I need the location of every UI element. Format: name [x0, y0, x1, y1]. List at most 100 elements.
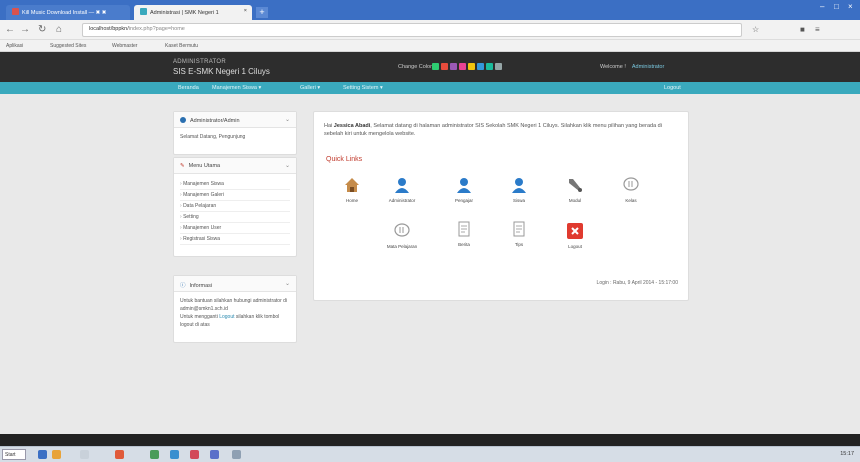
close-window-icon[interactable]: ×	[848, 2, 853, 11]
quick-link-tips[interactable]: Tips	[499, 220, 539, 248]
taskbar-app-icon[interactable]	[232, 450, 241, 459]
quick-link-label: Pengajar	[454, 198, 473, 203]
welcome-text: Welcome !	[600, 64, 626, 70]
user-icon	[512, 178, 526, 193]
extension-icon[interactable]: ■	[800, 25, 805, 34]
home-icon[interactable]: ⌂	[56, 24, 62, 35]
info-logout-link[interactable]: Logout	[219, 314, 234, 320]
quick-link-news[interactable]: Berita	[444, 220, 484, 248]
info-panel-body: Untuk bantuan silahkan hubungi administr…	[174, 292, 296, 334]
chevron-down-icon[interactable]: ⌄	[285, 162, 290, 169]
quick-link-student[interactable]: Siswa	[499, 176, 539, 204]
brand-title[interactable]: SIS E-SMK Negeri 1 Ciluys	[173, 67, 270, 76]
welcome-name: Jessica Abadi	[333, 123, 371, 129]
quick-link-home[interactable]: Home	[332, 176, 372, 204]
sidebar-item-lessons[interactable]: Data Pelajaran	[180, 201, 290, 212]
info-text: Untuk bantuan silahkan hubungi administr…	[180, 298, 288, 304]
new-tab-button[interactable]: +	[256, 7, 268, 18]
chevron-down-icon[interactable]: ⌄	[285, 116, 290, 123]
theme-swatch[interactable]	[432, 63, 439, 70]
bookmark-item[interactable]: Suggested Sites	[50, 43, 86, 49]
taskbar-app-icon[interactable]	[150, 450, 159, 459]
sidebar-item-gallery[interactable]: Manajemen Galeri	[180, 190, 290, 201]
browser-tab-1[interactable]: Kill Music Download Install — ✖ ✖	[6, 5, 130, 20]
main-menu: Beranda Manajemen Siswa ▾ Galleri ▾ Sett…	[0, 82, 860, 94]
taskbar-app-icon[interactable]	[115, 450, 124, 459]
info-panel-header[interactable]: ⓘ Informasi ⌄	[174, 276, 296, 292]
theme-label: Change Color	[398, 64, 432, 70]
menu-panel-title: Menu Utama	[188, 163, 221, 169]
quick-link-teacher[interactable]: Pengajar	[444, 176, 484, 204]
taskbar-app-icon[interactable]	[80, 450, 89, 459]
brand-subtitle: ADMINISTRATOR	[173, 59, 227, 65]
taskbar-app-icon[interactable]	[52, 450, 61, 459]
quick-link-label: Home	[345, 198, 358, 203]
os-taskbar: Start 15:17	[0, 446, 860, 462]
close-tab-icon[interactable]: ×	[244, 8, 247, 14]
sidebar-item-registration[interactable]: Registrasi Siswa	[180, 234, 290, 245]
bookmark-item[interactable]: Aplikasi	[6, 43, 23, 49]
taskbar-app-icon[interactable]	[38, 450, 47, 459]
chevron-down-icon[interactable]: ⌄	[285, 280, 290, 287]
star-icon[interactable]: ☆	[752, 25, 759, 34]
menu-item-students[interactable]: Manajemen Siswa ▾	[212, 85, 261, 91]
quick-link-subjects[interactable]: Mata Pelajaran	[382, 222, 422, 250]
menu-item-home[interactable]: Beranda	[178, 85, 199, 91]
quick-link-label: Administrator	[388, 198, 416, 203]
menu-icon[interactable]: ≡	[815, 25, 820, 34]
theme-swatch[interactable]	[486, 63, 493, 70]
menu-item-gallery[interactable]: Galleri ▾	[300, 85, 320, 91]
quick-link-label: Berita	[458, 242, 470, 247]
quick-link-logout[interactable]: Logout	[555, 222, 595, 250]
minimize-icon[interactable]: –	[820, 2, 824, 11]
theme-swatch[interactable]	[468, 63, 475, 70]
logout-icon	[567, 223, 583, 239]
info-panel-title: Informasi	[189, 283, 213, 289]
start-button[interactable]: Start	[2, 449, 26, 460]
back-icon[interactable]: ←	[5, 24, 15, 35]
browser-tab-2[interactable]: Administrasi | SMK Negeri 1 ×	[134, 5, 252, 20]
taskbar-app-icon[interactable]	[190, 450, 199, 459]
admin-panel-text: Selamat Datang, Pengunjung	[180, 134, 246, 140]
wrench-icon	[569, 179, 582, 192]
taskbar-app-icon[interactable]	[170, 450, 179, 459]
favicon-icon	[12, 8, 19, 15]
menu-panel-header[interactable]: ✎ Menu Utama ⌄	[174, 158, 296, 174]
quick-link-label: Modul	[568, 198, 582, 203]
sidebar-item-users[interactable]: Manajemen User	[180, 223, 290, 234]
favicon-icon	[140, 8, 147, 15]
tab-label: Kill Music Download Install — ✖ ✖	[22, 10, 107, 16]
theme-swatch[interactable]	[477, 63, 484, 70]
menu-item-settings[interactable]: Setting Sistem ▾	[343, 85, 383, 91]
welcome-text: , Selamat datang di halaman administrato…	[324, 123, 662, 137]
quick-link-administrator[interactable]: Administrator	[382, 176, 422, 204]
theme-swatch[interactable]	[495, 63, 502, 70]
taskbar-app-icon[interactable]	[210, 450, 219, 459]
bookmark-item[interactable]: Kaset Bermutu	[165, 43, 198, 49]
bookmark-item[interactable]: Webmaster	[112, 43, 137, 49]
theme-swatch[interactable]	[450, 63, 457, 70]
document-icon	[458, 221, 470, 237]
forward-icon[interactable]: →	[20, 24, 30, 35]
sidebar-item-setting[interactable]: Setting	[180, 212, 290, 223]
quick-links-title: Quick Links	[326, 156, 363, 163]
site-header: ADMINISTRATOR SIS E-SMK Negeri 1 Ciluys …	[0, 52, 860, 82]
logout-link[interactable]: Logout	[664, 85, 681, 91]
quick-link-label: Tips	[514, 242, 524, 247]
address-bar[interactable]: localhost/bppkn/index.php?page=home	[82, 23, 742, 37]
info-email: admin@smkn1.sch.id	[180, 306, 228, 312]
theme-swatch[interactable]	[441, 63, 448, 70]
welcome-message: Hai Jessica Abadi, Selamat datang di hal…	[324, 122, 674, 138]
chat-icon	[623, 177, 639, 191]
reload-icon[interactable]: ↻	[38, 24, 46, 35]
maximize-icon[interactable]: □	[834, 2, 839, 11]
pencil-icon: ✎	[180, 163, 185, 169]
quick-link-module[interactable]: Modul	[555, 176, 595, 204]
theme-swatch[interactable]	[459, 63, 466, 70]
info-panel: ⓘ Informasi ⌄ Untuk bantuan silahkan hubun…	[173, 275, 297, 343]
admin-panel: Administrator/Admin ⌄ Selamat Datang, Pen…	[173, 111, 297, 155]
admin-panel-header[interactable]: Administrator/Admin ⌄	[174, 112, 296, 128]
username-link[interactable]: Administrator	[632, 64, 664, 70]
sidebar-item-students[interactable]: Manajemen Siswa	[180, 179, 290, 190]
quick-link-class[interactable]: Kelas	[611, 176, 651, 204]
